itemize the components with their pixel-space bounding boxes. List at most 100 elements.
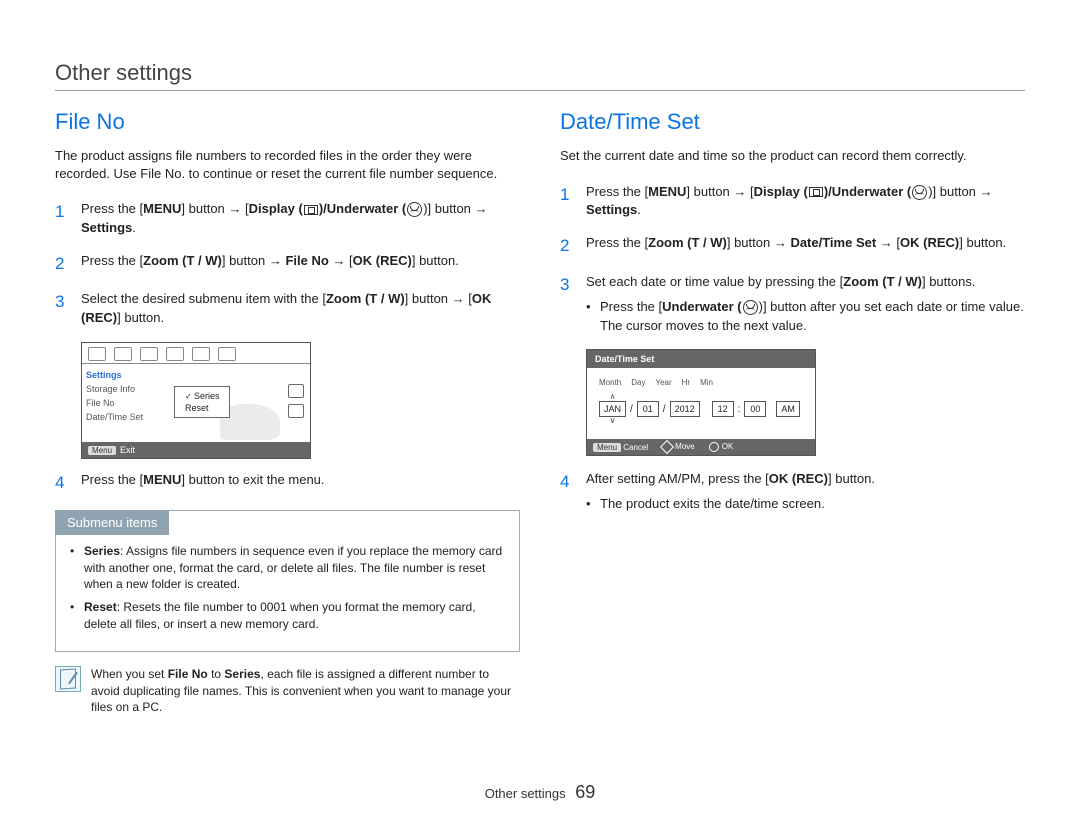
label-month: Month — [599, 378, 621, 387]
page-number: 69 — [575, 782, 595, 802]
ok-label: OK (REC) — [900, 235, 959, 250]
underwater-label: )/Underwater ( — [319, 201, 406, 216]
text: Press the [ — [81, 253, 143, 268]
text: Press the [ — [600, 299, 662, 314]
footer-section: Other settings — [485, 786, 566, 801]
menu-label: MENU — [648, 184, 686, 199]
text: ] button to exit the menu. — [181, 472, 324, 487]
bullet-icon: • — [70, 599, 84, 633]
display-label: Display ( — [249, 201, 303, 216]
page-footer: Other settings 69 — [0, 782, 1080, 803]
ok-icon — [709, 442, 719, 452]
bullet-icon: • — [586, 298, 600, 336]
text: ] button → — [222, 253, 286, 268]
text: to — [208, 667, 225, 681]
text: Series — [224, 667, 260, 681]
arrow-down-icon: ∨ — [610, 417, 616, 425]
cancel-label: Cancel — [623, 443, 648, 452]
text: Set each date or time value by pressing … — [586, 274, 843, 289]
value-ampm: AM — [776, 401, 800, 417]
menu-label: MENU — [143, 201, 181, 216]
exit-label: Exit — [120, 445, 135, 455]
text: . — [132, 220, 136, 235]
right-step-1: 1 Press the [MENU] button → [Display ()/… — [560, 183, 1025, 221]
menu-date-time-set: Date/Time Set — [86, 410, 166, 424]
text: Press the [ — [81, 472, 143, 487]
settings-label: Settings — [81, 220, 132, 235]
page-title: Other settings — [55, 60, 1025, 91]
tab-icon — [166, 347, 184, 361]
zoom-label: Zoom (T / W) — [648, 235, 727, 250]
value-hour: 12 — [712, 401, 734, 417]
underwater-icon — [743, 300, 758, 315]
move-label: Move — [675, 443, 695, 452]
tab-icon — [114, 347, 132, 361]
text: ] button. — [959, 235, 1006, 250]
side-icon — [288, 384, 304, 398]
note-icon — [55, 666, 81, 692]
step-number: 4 — [560, 470, 586, 514]
separator: : — [737, 404, 742, 415]
text: → [ — [329, 253, 353, 268]
fileno-label: File No — [285, 253, 328, 268]
date-time-intro: Set the current date and time so the pro… — [560, 147, 1025, 165]
step-number: 3 — [55, 290, 81, 328]
menu-file-no: File No — [86, 396, 166, 410]
text: Select the desired submenu item with the… — [81, 291, 326, 306]
submenu-items-box: Submenu items • Series: Assigns file num… — [55, 510, 520, 652]
text: File No — [168, 667, 208, 681]
reset-label: Reset — [84, 600, 117, 614]
move-icon — [660, 440, 674, 454]
file-no-heading: File No — [55, 109, 520, 135]
menu-badge: Menu — [593, 443, 621, 452]
tab-icon — [88, 347, 106, 361]
menu-settings: Settings — [86, 368, 166, 382]
text: Press the [ — [586, 235, 648, 250]
display-icon — [304, 205, 318, 215]
text: )] button → — [423, 201, 487, 216]
shot2-title: Date/Time Set — [587, 350, 815, 368]
step-number: 1 — [560, 183, 586, 221]
label-day: Day — [631, 378, 645, 387]
right-step-3: 3 Set each date or time value by pressin… — [560, 273, 1025, 336]
tab-icon — [140, 347, 158, 361]
text: ] button → [ — [181, 201, 248, 216]
datetimeset-label: Date/Time Set — [790, 235, 876, 250]
right-step-2: 2 Press the [Zoom (T / W)] button → Date… — [560, 234, 1025, 259]
display-label: Display ( — [754, 184, 808, 199]
text: ] button. — [412, 253, 459, 268]
submenu-popup: ✓ Series Reset — [174, 386, 230, 418]
series-text: : Assigns file numbers in sequence even … — [84, 544, 502, 592]
text: ] button → — [727, 235, 791, 250]
step-number: 3 — [560, 273, 586, 336]
file-no-intro: The product assigns file numbers to reco… — [55, 147, 520, 182]
underwater-label: Underwater ( — [662, 299, 741, 314]
text: ] button. — [828, 471, 875, 486]
right-column: Date/Time Set Set the current date and t… — [560, 109, 1025, 716]
label-min: Min — [700, 378, 713, 387]
underwater-icon — [912, 185, 927, 200]
ok-label: OK — [722, 443, 734, 452]
text: ] button. — [117, 310, 164, 325]
reset-text: : Resets the file number to 0001 when yo… — [84, 600, 476, 631]
tab-icon — [192, 347, 210, 361]
text: ] buttons. — [922, 274, 975, 289]
step-number: 2 — [55, 252, 81, 277]
date-time-heading: Date/Time Set — [560, 109, 1025, 135]
side-icon — [288, 404, 304, 418]
bullet-icon: • — [70, 543, 84, 593]
left-step-2: 2 Press the [Zoom (T / W)] button → File… — [55, 252, 520, 277]
menu-storage-info: Storage Info — [86, 382, 166, 396]
separator: / — [629, 404, 634, 415]
popup-reset: Reset — [183, 402, 221, 414]
value-day: 01 — [637, 401, 659, 417]
text: ] button → [ — [405, 291, 472, 306]
menu-label: MENU — [143, 472, 181, 487]
text: → [ — [876, 235, 900, 250]
underwater-icon — [407, 202, 422, 217]
text: )] button → — [928, 184, 992, 199]
text: Press the [ — [586, 184, 648, 199]
date-time-screenshot: Date/Time Set Month Day Year Hr Min ∧ JA… — [586, 349, 816, 456]
submenu-items-title: Submenu items — [55, 510, 169, 535]
bullet-icon: • — [586, 495, 600, 514]
